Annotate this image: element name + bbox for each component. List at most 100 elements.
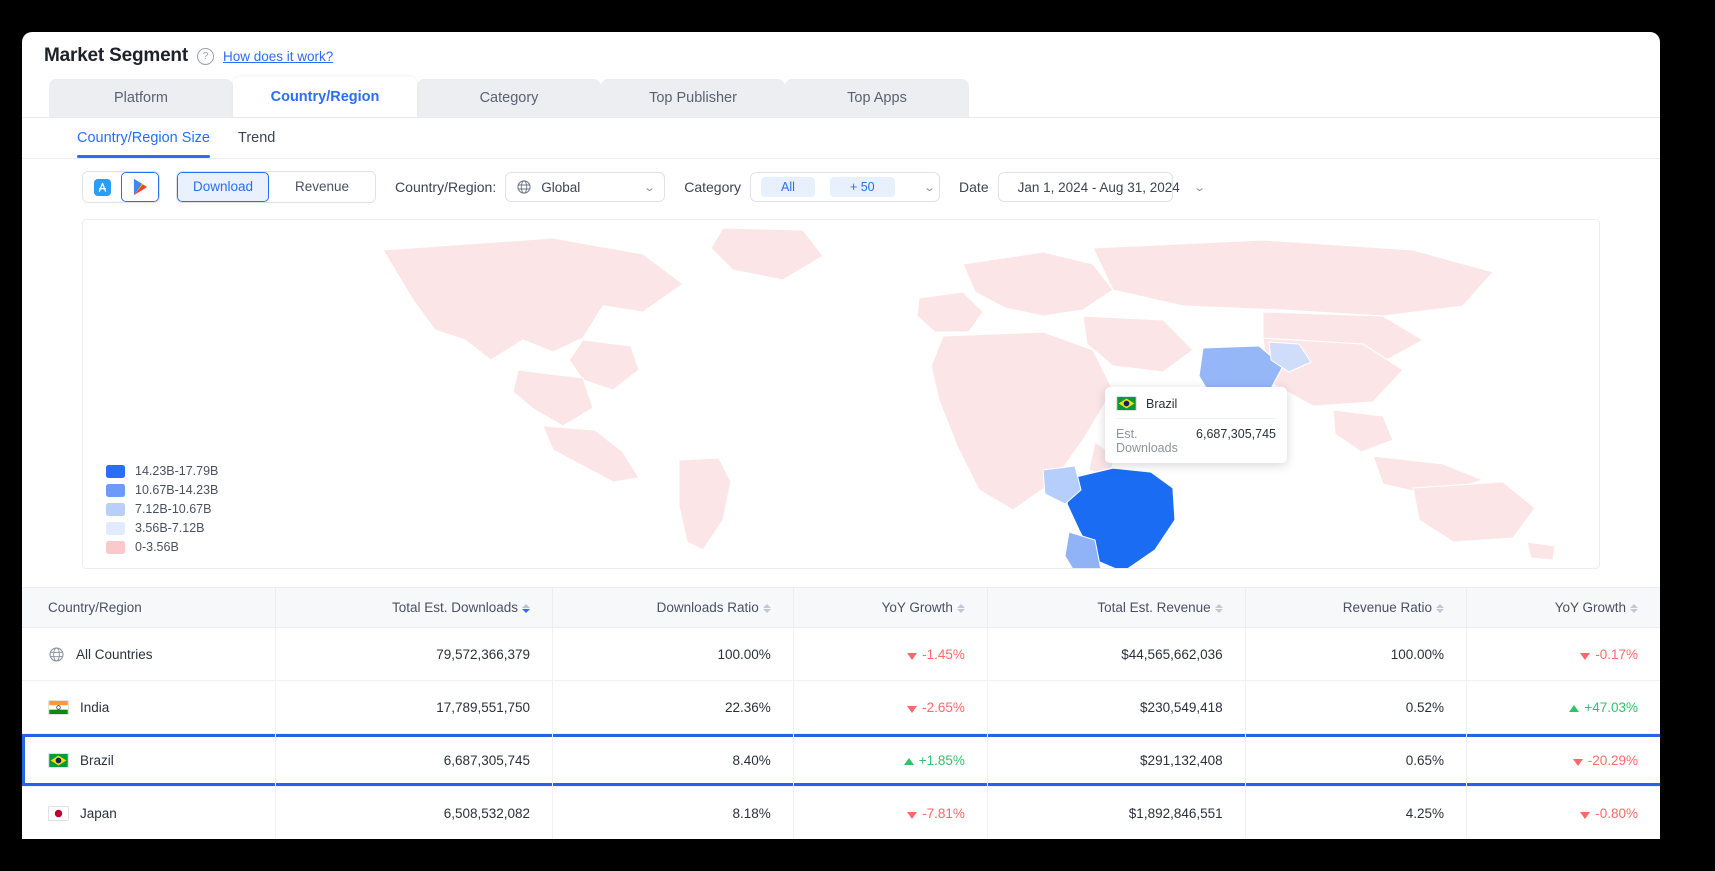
table-row[interactable]: India 17,789,551,750 22.36% -2.65% $230,…: [22, 680, 1660, 734]
metric-toggle-group: Download Revenue: [176, 171, 377, 203]
how-does-it-work-link[interactable]: How does it work?: [223, 49, 333, 64]
col-country-region[interactable]: Country/Region: [22, 587, 276, 628]
legend-item: 7.12B-10.67B: [106, 502, 218, 516]
trend-down-icon: [907, 652, 918, 660]
app-store-button[interactable]: [83, 172, 121, 202]
legend-item: 3.56B-7.12B: [106, 521, 218, 535]
brazil-flag-icon: [1116, 396, 1137, 411]
legend-swatch: [106, 483, 125, 497]
category-select[interactable]: All + 50 ⌄: [750, 172, 941, 202]
col-downloads-ratio[interactable]: Downloads Ratio: [552, 587, 794, 628]
sort-icon[interactable]: [1436, 603, 1445, 614]
col-label: Downloads Ratio: [656, 600, 759, 615]
legend-swatch: [106, 502, 125, 516]
cell-country: Brazil: [22, 733, 276, 787]
col-revenue-yoy[interactable]: YoY Growth: [1466, 587, 1660, 628]
subtab-country-region-size[interactable]: Country/Region Size: [77, 119, 210, 158]
cell-country: India: [22, 680, 276, 734]
cell-revenue: $1,892,846,551: [987, 786, 1246, 839]
cell-downloads: 6,508,532,082: [275, 786, 554, 839]
legend-label: 7.12B-10.67B: [135, 502, 212, 516]
world-map[interactable]: [83, 220, 1599, 568]
sort-icon[interactable]: [1630, 603, 1638, 614]
cell-revenue-ratio: 0.65%: [1245, 733, 1468, 787]
col-label: Revenue Ratio: [1342, 600, 1433, 615]
country-region-value: Global: [541, 179, 581, 195]
app-store-icon: [93, 178, 111, 196]
google-play-icon: [133, 178, 147, 196]
tooltip-metric-row: Est. Downloads 6,687,305,745: [1116, 419, 1276, 455]
main-tabs: Platform Country/Region Category Top Pub…: [22, 77, 1660, 118]
col-revenue-ratio[interactable]: Revenue Ratio: [1245, 587, 1468, 628]
tab-top-apps[interactable]: Top Apps: [785, 79, 969, 117]
sort-icon[interactable]: [1214, 603, 1223, 614]
question-icon[interactable]: ?: [196, 47, 214, 65]
trend-down-icon: [907, 811, 918, 819]
tooltip-metric-value: 6,687,305,745: [1196, 427, 1276, 441]
trend-down-icon: [1580, 652, 1591, 660]
cell-downloads: 17,789,551,750: [275, 680, 554, 734]
panel-header: Market Segment ? How does it work?: [22, 32, 1660, 77]
category-filter-label: Category: [684, 179, 742, 195]
trend-up-icon: [903, 757, 914, 765]
download-button[interactable]: Download: [177, 172, 270, 202]
country-data-table: Country/Region Total Est. Downloads Down…: [22, 587, 1660, 839]
col-label: YoY Growth: [1554, 600, 1626, 615]
page-title: Market Segment: [44, 45, 188, 66]
legend-item: 0-3.56B: [106, 540, 218, 554]
tab-top-publisher[interactable]: Top Publisher: [601, 79, 785, 117]
cell-downloads: 79,572,366,379: [275, 627, 554, 681]
legend-label: 10.67B-14.23B: [135, 483, 219, 497]
legend-swatch: [106, 521, 125, 535]
market-segment-panel: Market Segment ? How does it work? Platf…: [22, 32, 1660, 839]
table-row-selected[interactable]: Brazil 6,687,305,745 8.40% +1.85% $291,1…: [22, 733, 1660, 787]
cell-downloads: 6,687,305,745: [275, 733, 554, 787]
date-range-select[interactable]: Jan 1, 2024 - Aug 31, 2024 ⌄: [997, 172, 1206, 202]
sort-icon[interactable]: [522, 603, 531, 614]
tab-category[interactable]: Category: [417, 79, 601, 117]
country-name: Japan: [80, 805, 117, 821]
col-downloads-yoy[interactable]: YoY Growth: [793, 587, 988, 628]
country-filter-label: Country/Region:: [395, 179, 497, 195]
category-pill-more: + 50: [829, 177, 895, 197]
cell-country: Japan: [22, 786, 276, 839]
cell-revenue: $44,565,662,036: [987, 627, 1246, 681]
tooltip-header: Brazil: [1116, 396, 1276, 419]
table-row[interactable]: All Countries 79,572,366,379 100.00% -1.…: [22, 627, 1660, 681]
date-range-value: Jan 1, 2024 - Aug 31, 2024: [1017, 179, 1180, 195]
sort-icon[interactable]: [956, 603, 965, 614]
cell-country: All Countries: [22, 627, 276, 681]
trend-down-icon: [907, 705, 918, 713]
cell-revenue: $230,549,418: [987, 680, 1246, 734]
tab-platform[interactable]: Platform: [49, 79, 233, 117]
col-label: Total Est. Downloads: [391, 600, 519, 615]
cell-downloads-yoy: +1.85%: [793, 733, 988, 787]
country-name: India: [80, 699, 110, 715]
col-label: YoY Growth: [881, 600, 953, 615]
col-total-downloads[interactable]: Total Est. Downloads: [275, 587, 554, 628]
tab-country-region[interactable]: Country/Region: [233, 77, 417, 117]
cell-downloads-ratio: 22.36%: [552, 680, 794, 734]
legend-label: 3.56B-7.12B: [135, 521, 205, 535]
world-map-panel[interactable]: 14.23B-17.79B 10.67B-14.23B 7.12B-10.67B…: [82, 219, 1600, 569]
subtab-trend[interactable]: Trend: [238, 119, 275, 158]
japan-flag-icon: [48, 805, 69, 821]
col-total-revenue[interactable]: Total Est. Revenue: [987, 587, 1246, 628]
cell-revenue-ratio: 4.25%: [1245, 786, 1468, 839]
trend-down-icon: [1580, 811, 1591, 819]
cell-downloads-yoy: -7.81%: [793, 786, 988, 839]
country-name: All Countries: [76, 646, 153, 662]
date-filter-label: Date: [959, 179, 989, 195]
cell-revenue: $291,132,408: [987, 733, 1246, 787]
globe-icon: [49, 646, 64, 662]
chevron-down-icon: ⌄: [643, 181, 657, 194]
google-play-button[interactable]: [121, 172, 159, 202]
sort-icon[interactable]: [762, 603, 771, 614]
revenue-button[interactable]: Revenue: [269, 172, 376, 202]
table-row[interactable]: Japan 6,508,532,082 8.18% -7.81% $1,892,…: [22, 786, 1660, 839]
legend-swatch: [106, 540, 125, 554]
store-toggle-group: [82, 171, 160, 203]
cell-downloads-yoy: -2.65%: [793, 680, 988, 734]
country-region-select[interactable]: Global ⌄: [505, 172, 666, 202]
cell-revenue-yoy: -0.17%: [1466, 627, 1660, 681]
